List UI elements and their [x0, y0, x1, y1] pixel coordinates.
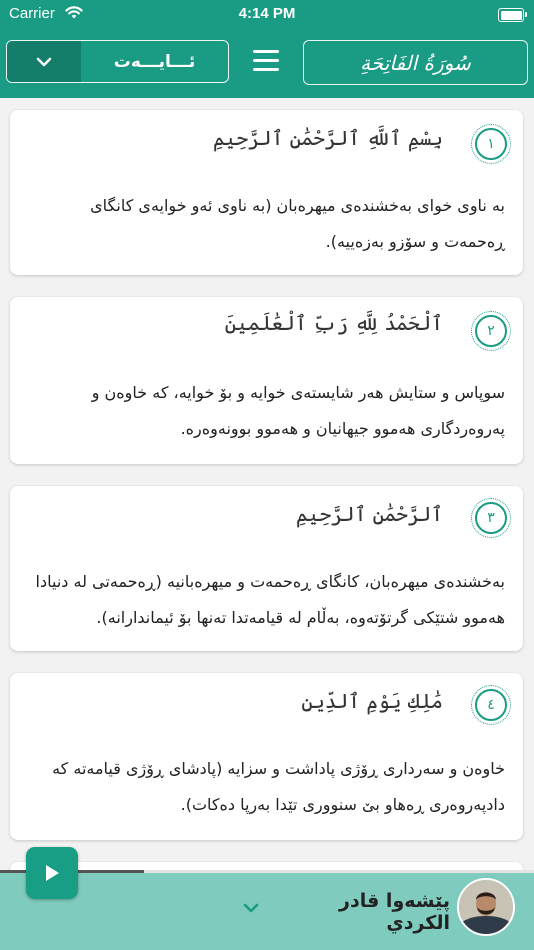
play-button[interactable] [26, 847, 78, 899]
verse-number-badge: ٣ [471, 498, 511, 538]
menu-icon[interactable] [246, 50, 286, 76]
verse-arabic-text: ٱلرَّحْمَٰنِ ٱلرَّحِيمِ [296, 502, 443, 526]
play-icon [46, 865, 59, 881]
chevron-down-icon[interactable] [238, 895, 264, 921]
ayah-selector-label: ئـــايـــەت [113, 51, 196, 72]
verse-card[interactable]: مَٰلِكِ يَوْمِ ٱلدِّينِ ٤ خاوەن و سەردار… [10, 673, 523, 840]
verse-translation: بە ناوی خوای بەخشندەی میهرەبان (بە ناوی … [90, 196, 505, 251]
chevron-down-icon[interactable] [7, 41, 81, 82]
verse-translation: سوپاس و ستایش هەر شایستەی خوایە و بۆ خوا… [91, 383, 505, 438]
verse-arabic-text: مَٰلِكِ يَوْمِ ٱلدِّينِ [301, 689, 443, 713]
clock: 4:14 PM [238, 5, 296, 22]
battery-icon [498, 8, 527, 22]
top-navigation-bar: ئـــايـــەت سُورَةُ الفَاتِحَةِ [0, 30, 534, 98]
status-bar: Carrier 4:14 PM [0, 0, 534, 30]
avatar[interactable] [457, 878, 515, 936]
verse-card[interactable]: ٱلْحَمْدُ لِلَّهِ رَبِّ ٱلْعَٰلَمِينَ ٢ … [10, 297, 523, 464]
surah-title-button[interactable]: سُورَةُ الفَاتِحَةِ [303, 40, 528, 85]
verse-card[interactable]: ٱلرَّحْمَٰنِ ٱلرَّحِيمِ ٣ بەخشندەی میهرە… [10, 486, 523, 651]
verse-card[interactable]: بِسْمِ ٱللَّهِ ٱلرَّحْمَٰنِ ٱلرَّحِيمِ ١… [10, 110, 523, 275]
verse-translation: بەخشندەی میهرەبان، کانگای ڕەحمەت و میهرە… [35, 572, 505, 627]
reciter-name[interactable]: پێشەوا قادر الكردي [270, 890, 450, 934]
audio-player-bar [0, 870, 534, 950]
verse-translation: خاوەن و سەرداری ڕۆژی پاداشت و سزایە (پاد… [52, 759, 505, 814]
ayah-selector[interactable]: ئـــايـــەت [6, 40, 229, 83]
verse-number-badge: ١ [471, 124, 511, 164]
verse-number-badge: ٢ [471, 311, 511, 351]
verse-arabic-text: ٱلْحَمْدُ لِلَّهِ رَبِّ ٱلْعَٰلَمِينَ [224, 311, 443, 335]
verse-number-badge: ٤ [471, 685, 511, 725]
verse-arabic-text: بِسْمِ ٱللَّهِ ٱلرَّحْمَٰنِ ٱلرَّحِيمِ [212, 126, 443, 150]
